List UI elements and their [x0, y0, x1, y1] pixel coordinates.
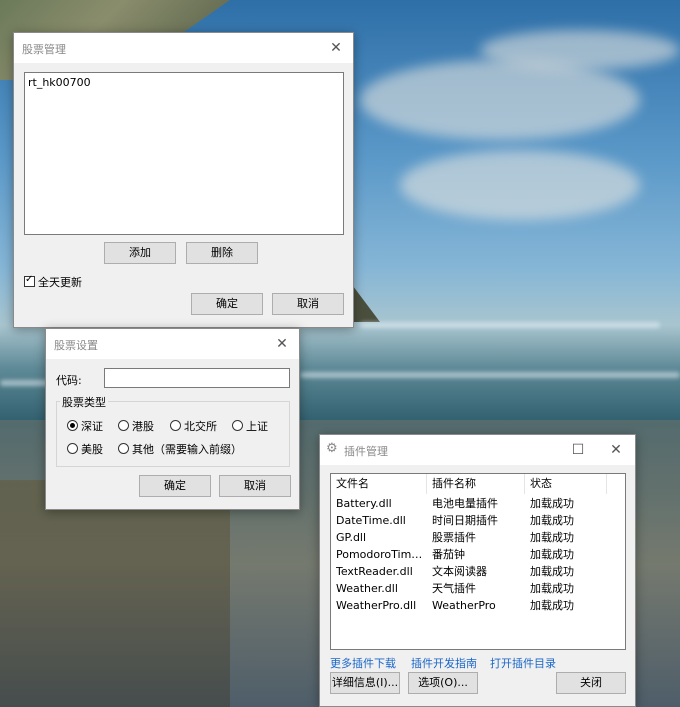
column-header[interactable]: 文件名	[331, 474, 427, 494]
open-plugin-dir-link[interactable]: 打开插件目录	[490, 655, 556, 671]
title-bar: 股票管理 ✕	[14, 33, 353, 63]
column-header[interactable]: 状态	[525, 474, 607, 494]
background-cloud	[400, 150, 640, 220]
radio-shanghai[interactable]	[232, 420, 243, 431]
background-cloud	[360, 60, 640, 140]
radio-shanghai-label: 上证	[246, 420, 268, 433]
table-cell-file: TextReader.dll	[336, 565, 413, 578]
table-row[interactable]: WeatherPro.dll WeatherPro 加载成功	[331, 597, 624, 614]
background-cloud	[480, 30, 680, 70]
stock-list[interactable]: rt_hk00700	[24, 72, 344, 235]
close-icon[interactable]: ✕	[319, 33, 353, 63]
cancel-button[interactable]: 取消	[272, 293, 344, 315]
table-row[interactable]: Battery.dll 电池电量插件 加载成功	[331, 495, 624, 512]
table-cell-file: Weather.dll	[336, 582, 398, 595]
table-cell-status: 加载成功	[530, 514, 574, 527]
stock-management-window: 股票管理 ✕ rt_hk00700 添加 删除 全天更新 确定 取消	[13, 32, 354, 328]
column-header[interactable]: 插件名称	[427, 474, 525, 494]
add-button[interactable]: 添加	[104, 242, 176, 264]
plugin-management-window: ⚙ 插件管理 ☐ ✕ 文件名 插件名称 状态 Battery.dll 电池电量插件…	[319, 434, 636, 707]
radio-beijing[interactable]	[170, 420, 181, 431]
code-input[interactable]	[104, 368, 290, 388]
details-button[interactable]: 详细信息(I)...	[330, 672, 400, 694]
radio-us-label: 美股	[81, 443, 103, 456]
table-cell-status: 加载成功	[530, 548, 574, 561]
radio-hongkong[interactable]	[118, 420, 129, 431]
table-cell-file: Battery.dll	[336, 497, 392, 510]
radio-us[interactable]	[67, 443, 78, 454]
window-title: 插件管理	[344, 445, 388, 458]
table-cell-status: 加载成功	[530, 497, 574, 510]
plugin-list[interactable]: 文件名 插件名称 状态 Battery.dll 电池电量插件 加载成功 DateTim…	[330, 473, 626, 650]
plugin-list-header: 文件名 插件名称 状态	[331, 474, 625, 494]
gear-icon: ⚙	[326, 441, 338, 456]
table-row[interactable]: GP.dll 股票插件 加载成功	[331, 529, 624, 546]
table-cell-name: WeatherPro	[432, 599, 496, 612]
title-bar: ⚙ 插件管理 ☐ ✕	[320, 435, 635, 465]
table-cell-status: 加载成功	[530, 599, 574, 612]
background-wave	[360, 322, 660, 328]
table-cell-status: 加载成功	[530, 565, 574, 578]
table-cell-name: 股票插件	[432, 531, 476, 544]
table-cell-status: 加载成功	[530, 531, 574, 544]
table-cell-name: 番茄钟	[432, 548, 465, 561]
table-cell-file: GP.dll	[336, 531, 367, 544]
all-day-update-label: 全天更新	[38, 276, 82, 289]
background-reflection	[0, 480, 230, 707]
table-cell-name: 文本阅读器	[432, 565, 487, 578]
radio-other-label: 其他（需要输入前缀）	[132, 443, 242, 456]
ok-button[interactable]: 确定	[139, 475, 211, 497]
table-cell-file: WeatherPro.dll	[336, 599, 417, 612]
table-cell-file: PomodoroTimer....	[336, 548, 428, 561]
plugin-dev-guide-link[interactable]: 插件开发指南	[411, 655, 477, 671]
stock-type-group	[56, 401, 290, 467]
delete-button[interactable]: 删除	[186, 242, 258, 264]
all-day-update-checkbox[interactable]	[24, 274, 35, 287]
cancel-button[interactable]: 取消	[219, 475, 291, 497]
list-item[interactable]: rt_hk00700	[28, 76, 91, 89]
radio-beijing-label: 北交所	[184, 420, 217, 433]
table-cell-name: 天气插件	[432, 582, 476, 595]
table-row[interactable]: Weather.dll 天气插件 加载成功	[331, 580, 624, 597]
table-row[interactable]: PomodoroTimer.... 番茄钟 加载成功	[331, 546, 624, 563]
stock-settings-window: 股票设置 ✕ 代码: 股票类型 深证 港股 北交所 上证 美股 其他（需要输入前…	[45, 328, 300, 510]
more-plugins-link[interactable]: 更多插件下载	[330, 655, 396, 671]
table-cell-file: DateTime.dll	[336, 514, 406, 527]
table-row[interactable]: TextReader.dll 文本阅读器 加载成功	[331, 563, 624, 580]
table-row[interactable]: DateTime.dll 时间日期插件 加载成功	[331, 512, 624, 529]
radio-shenzhen-label: 深证	[81, 420, 103, 433]
ok-button[interactable]: 确定	[191, 293, 263, 315]
close-icon[interactable]: ✕	[599, 435, 633, 465]
radio-shenzhen[interactable]	[67, 420, 78, 431]
table-cell-status: 加载成功	[530, 582, 574, 595]
radio-hongkong-label: 港股	[132, 420, 154, 433]
radio-other[interactable]	[118, 443, 129, 454]
window-title: 股票管理	[22, 43, 66, 56]
close-icon[interactable]: ✕	[265, 329, 299, 359]
background-wave	[300, 372, 680, 378]
close-button[interactable]: 关闭	[556, 672, 626, 694]
maximize-icon[interactable]: ☐	[561, 435, 595, 465]
table-cell-name: 时间日期插件	[432, 514, 498, 527]
title-bar: 股票设置 ✕	[46, 329, 299, 359]
table-cell-name: 电池电量插件	[432, 497, 498, 510]
code-label: 代码:	[56, 374, 82, 387]
window-title: 股票设置	[54, 339, 98, 352]
stock-type-group-label: 股票类型	[60, 394, 108, 410]
options-button[interactable]: 选项(O)...	[408, 672, 478, 694]
